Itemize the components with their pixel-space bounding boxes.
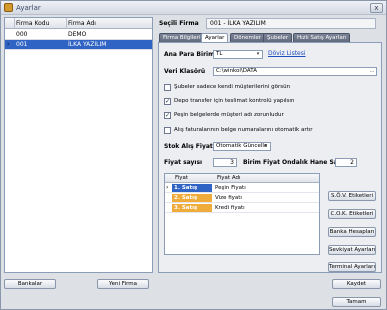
checkbox-pesin-belge-label: Peşin belgelerde müşteri adı zorunludur (174, 112, 284, 118)
price-row[interactable]: 3. Satış Fiyatı Kredi fiyatı (165, 204, 319, 219)
cok-etiketleri-button[interactable]: C.O.K. Etiketleri (328, 209, 376, 219)
firm-details-pane: Seçili Firma 001 - İLKA YAZILIM Firma Bi… (156, 17, 384, 273)
checkbox-subeler-label: Şubeler sadece kendi müşterilerini görsü… (174, 84, 291, 90)
firm-row[interactable]: 000 DEMO (5, 30, 152, 39)
close-button[interactable]: x (370, 3, 383, 13)
price-adi[interactable]: Vize fiyatı (215, 195, 242, 201)
banka-hesaplari-button[interactable]: Banka Hesapları (328, 227, 376, 237)
firm-grid-header: Firma Kodu Firma Adı (5, 18, 152, 29)
window-title: Ayarlar (16, 4, 41, 12)
data-folder-label: Veri Klasörü (164, 68, 206, 75)
currency-list-link[interactable]: Döviz Listesi (268, 50, 306, 57)
decimal-input[interactable]: 2 (335, 158, 357, 167)
firm-name: DEMO (68, 31, 87, 38)
price-name: 1. Satış Fiyatı (172, 184, 212, 199)
settings-window: Ayarlar x Firma Kodu Firma Adı 000 DEMO … (0, 0, 387, 310)
stock-price-label: Stok Alış Fiyatı (164, 143, 215, 150)
firm-code: 001 (16, 41, 28, 48)
col-fiyat[interactable]: Fiyat (175, 175, 188, 181)
checkbox-depo-transfer[interactable]: ✓ (164, 98, 171, 105)
price-count-label: Fiyat sayısı (164, 159, 203, 166)
yeni-firma-button[interactable]: Yeni Firma (97, 279, 149, 289)
terminal-ayarlari-button[interactable]: Terminal Ayarları (328, 262, 376, 272)
firm-row-selected[interactable]: › 001 İLKA YAZILIM (5, 40, 152, 49)
firm-code: 000 (16, 31, 28, 38)
price-row[interactable]: 2. Satış Fiyatı Vize fiyatı (165, 194, 319, 209)
checkbox-alis-fatura[interactable] (164, 127, 171, 134)
currency-value: TL (216, 51, 223, 57)
currency-select[interactable]: TL ▾ (213, 50, 263, 59)
price-adi[interactable]: Kredi fiyatı (215, 205, 245, 211)
col-fiyat-adi[interactable]: Fiyat Adı (217, 175, 241, 181)
price-name: 3. Satış Fiyatı (172, 204, 212, 219)
price-count-input[interactable]: 3 (213, 158, 237, 167)
price-grid-header: Fiyat Fiyat Adı (165, 174, 319, 183)
tamam-button[interactable]: Tamam (332, 297, 381, 307)
title-bar[interactable]: Ayarlar x (1, 1, 386, 15)
firm-grid: Firma Kodu Firma Adı 000 DEMO › 001 İLKA… (4, 17, 153, 273)
checkbox-depo-transfer-label: Depo transfer için teslimat kontrolü yap… (174, 98, 295, 104)
price-name: 2. Satış Fiyatı (172, 194, 212, 209)
sov-etiketleri-button[interactable]: S.Ö.V. Etiketleri (328, 191, 376, 201)
selected-firm-value: 001 - İLKA YAZILIM (206, 18, 376, 29)
browse-button[interactable]: ... (369, 69, 375, 74)
bankalar-button[interactable]: Bankalar (4, 279, 56, 289)
stock-price-value: Otomatik Güncelle (216, 143, 268, 149)
row-indicator-icon: › (166, 184, 169, 191)
chevron-down-icon: ▾ (264, 143, 268, 149)
chevron-down-icon: ▾ (256, 51, 260, 57)
col-firma-adi[interactable]: Firma Adı (68, 20, 96, 27)
selected-firm-label: Seçili Firma (159, 20, 199, 27)
currency-label: Ana Para Birimi (164, 51, 217, 58)
stock-price-select[interactable]: Otomatik Güncelle ▾ (213, 142, 271, 151)
checkbox-subeler[interactable] (164, 84, 171, 91)
kaydet-button[interactable]: Kaydet (332, 279, 381, 289)
price-row[interactable]: › 1. Satış Fiyatı Peşin Fiyatı (165, 184, 319, 199)
data-folder-value: C:\winkol\DATA (216, 68, 257, 74)
sevkiyat-ayarlari-button[interactable]: Sevkiyat Ayarları (328, 245, 376, 255)
settings-panel: Ana Para Birimi TL ▾ Döviz Listesi Veri … (158, 42, 382, 273)
decimal-label: Birim Fiyat Ondalık Hane Sayısı (243, 159, 350, 166)
checkbox-alis-fatura-label: Alış faturalarının belge numaralarını ot… (174, 127, 313, 133)
price-adi[interactable]: Peşin Fiyatı (215, 185, 246, 191)
checkbox-pesin-belge[interactable]: ✓ (164, 112, 171, 119)
row-indicator-icon: › (7, 41, 10, 48)
data-folder-input[interactable]: C:\winkol\DATA ... (213, 67, 377, 76)
price-grid: Fiyat Fiyat Adı › 1. Satış Fiyatı Peşin … (164, 173, 320, 255)
col-firma-kodu[interactable]: Firma Kodu (16, 20, 49, 27)
app-icon (4, 3, 13, 12)
firm-name: İLKA YAZILIM (68, 41, 107, 48)
